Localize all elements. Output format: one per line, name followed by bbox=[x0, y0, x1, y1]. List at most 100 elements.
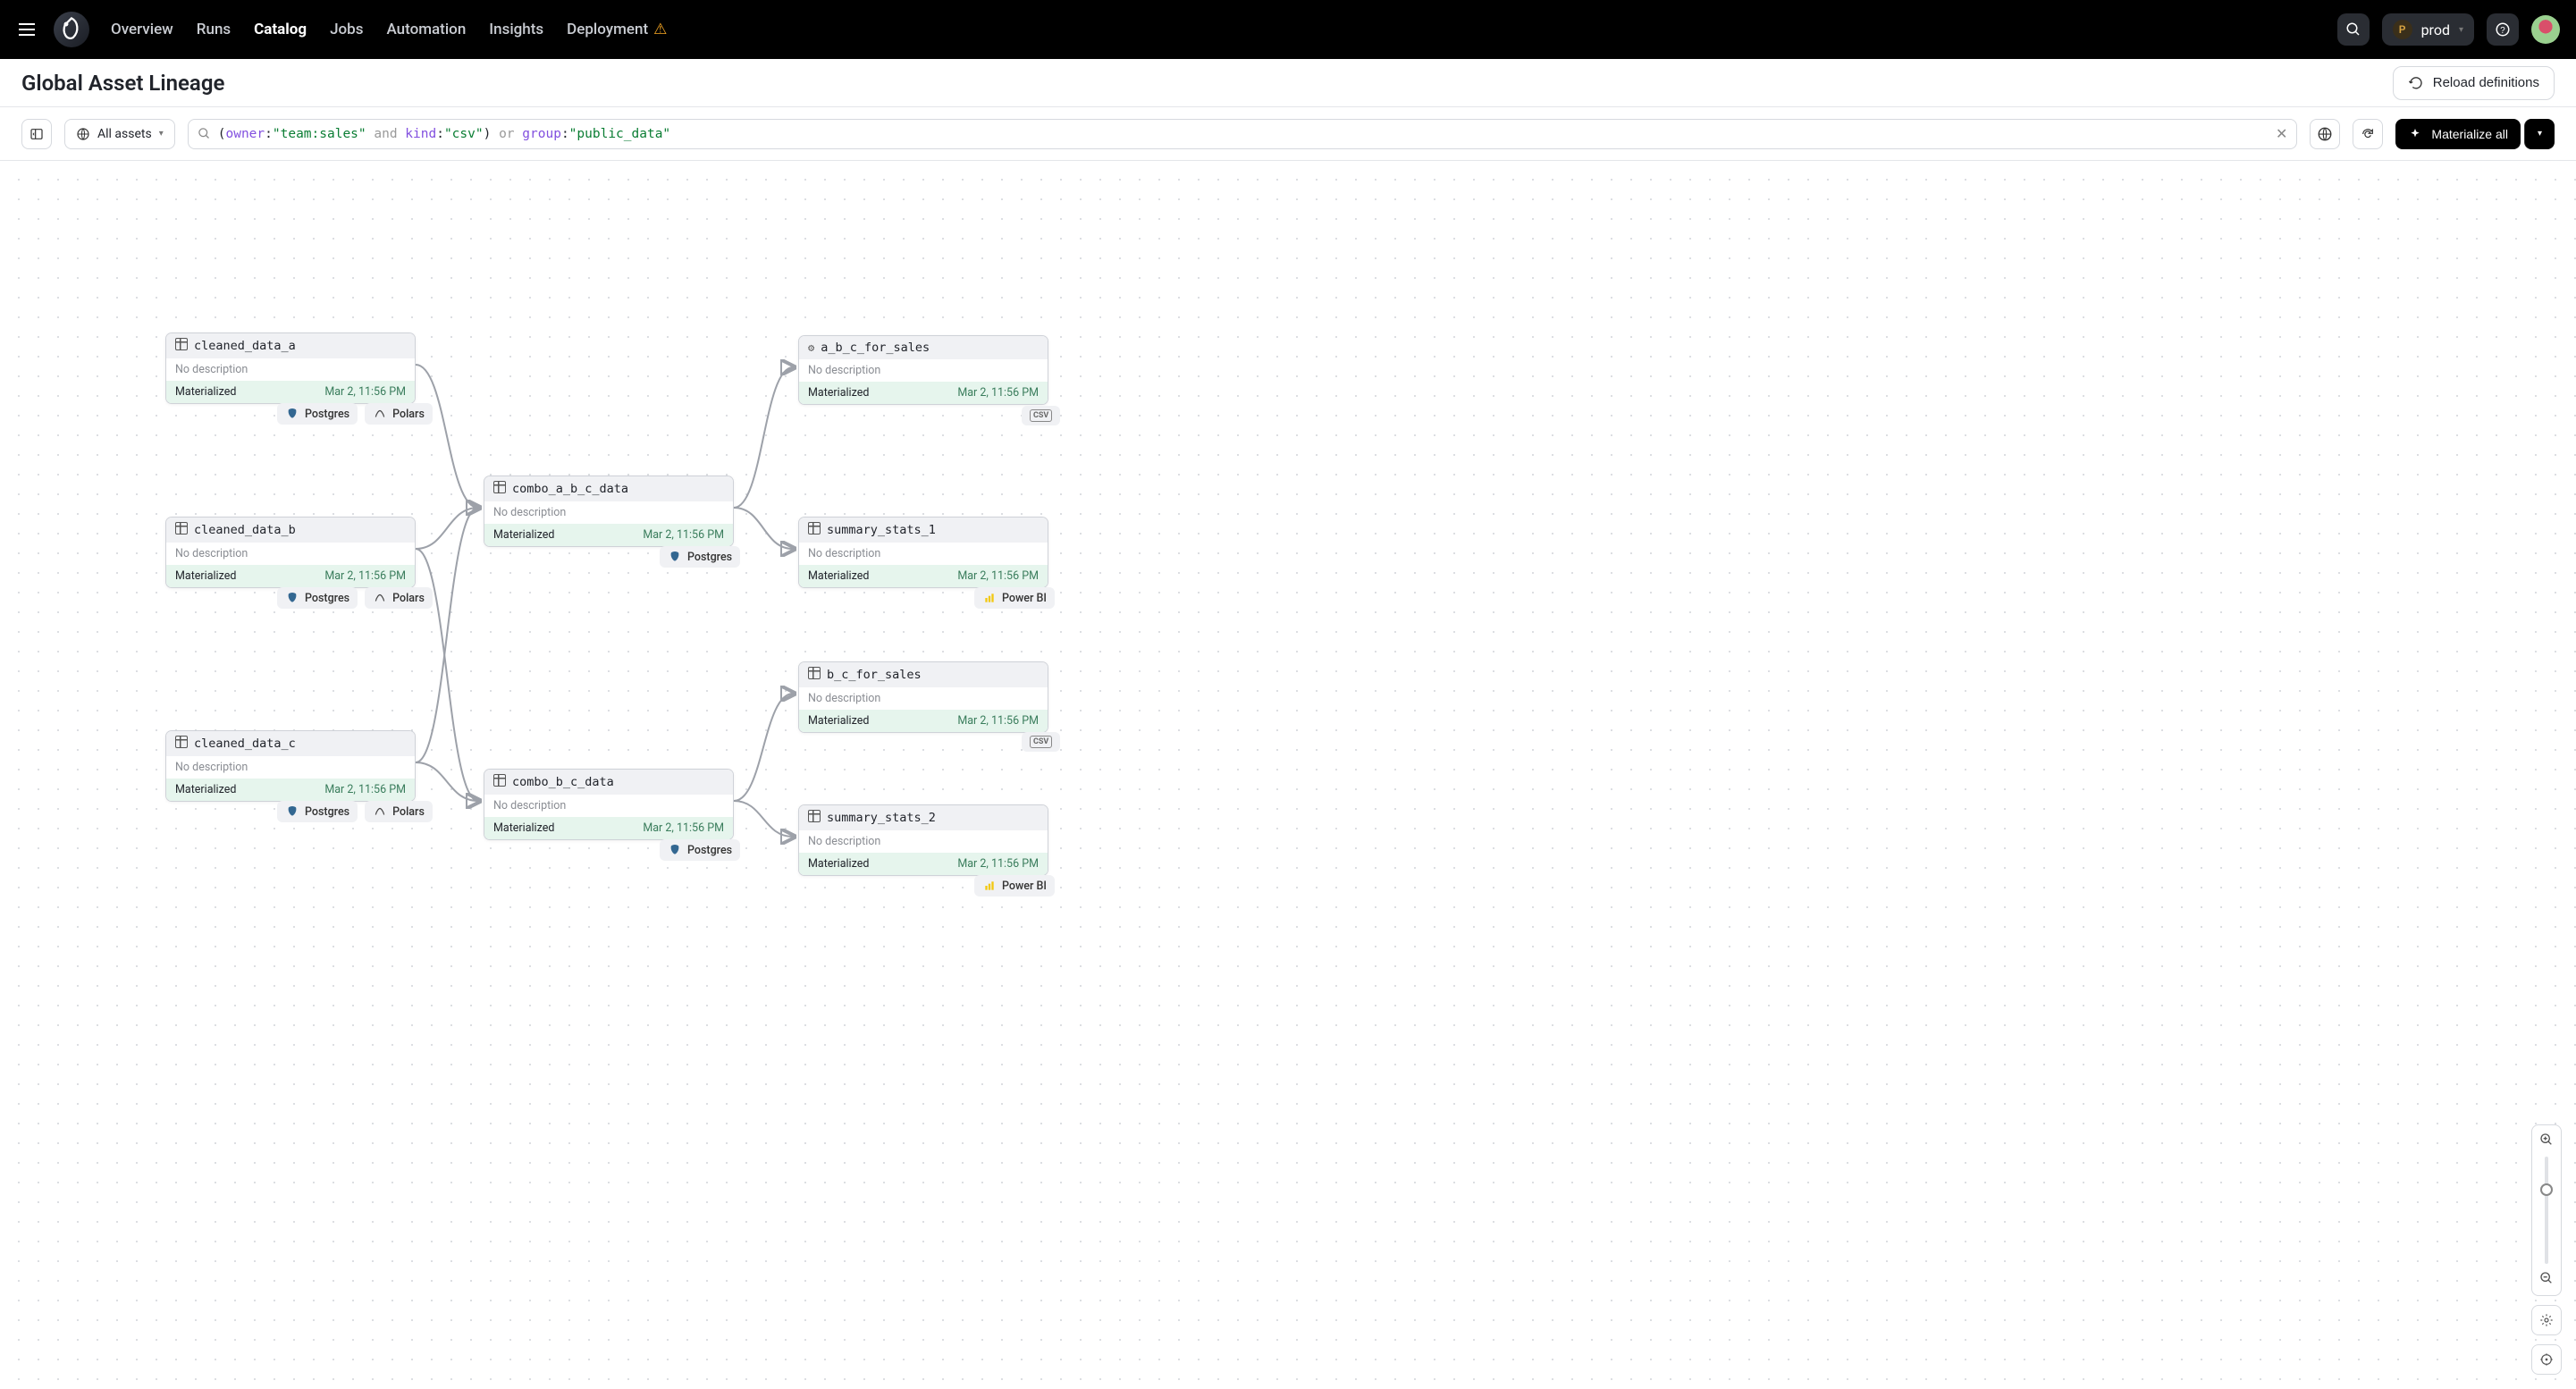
nav-link-jobs[interactable]: Jobs bbox=[330, 21, 363, 38]
help-button[interactable]: ? bbox=[2487, 13, 2519, 46]
tag-polars[interactable]: Polars bbox=[365, 587, 433, 609]
node-name: cleaned_data_a bbox=[194, 339, 296, 353]
materialize-dropdown-button[interactable]: ▾ bbox=[2524, 119, 2555, 149]
node-header: cleaned_data_c bbox=[166, 731, 415, 756]
help-icon: ? bbox=[2495, 21, 2511, 38]
status-label: Materialized bbox=[808, 714, 869, 728]
tag-postgres[interactable]: Postgres bbox=[277, 403, 358, 425]
tag-csv[interactable]: CSV bbox=[1022, 732, 1060, 752]
status-time: Mar 2, 11:56 PM bbox=[957, 714, 1039, 728]
refresh-button[interactable] bbox=[2353, 119, 2383, 149]
nav-links: Overview Runs Catalog Jobs Automation Insight… bbox=[111, 21, 667, 38]
menu-button[interactable] bbox=[16, 19, 38, 40]
node-description: No description bbox=[799, 543, 1048, 565]
status-time: Mar 2, 11:56 PM bbox=[957, 857, 1039, 871]
node-tags: Postgres bbox=[660, 839, 740, 861]
asset-filter-dropdown[interactable]: All assets ▾ bbox=[64, 119, 175, 149]
tag-label: Polars bbox=[392, 805, 425, 819]
settings-button[interactable] bbox=[2531, 1305, 2562, 1335]
zoom-thumb[interactable] bbox=[2540, 1183, 2553, 1196]
powerbi-icon bbox=[982, 591, 997, 605]
search-input[interactable]: (owner:"team:sales" and kind:"csv") or g… bbox=[188, 119, 2298, 149]
tag-postgres[interactable]: Postgres bbox=[660, 839, 740, 861]
gear-icon bbox=[2539, 1313, 2554, 1327]
asset-node-b_c_for_sales[interactable]: b_c_for_salesNo descriptionMaterializedM… bbox=[798, 661, 1048, 733]
status-label: Materialized bbox=[808, 857, 869, 871]
app-logo[interactable] bbox=[54, 12, 89, 47]
asset-node-cleaned_data_a[interactable]: cleaned_data_aNo descriptionMaterialized… bbox=[165, 333, 416, 404]
reload-definitions-button[interactable]: Reload definitions bbox=[2393, 66, 2555, 100]
zoom-track[interactable] bbox=[2545, 1157, 2548, 1264]
nav-link-deployment[interactable]: Deployment⚠ bbox=[567, 21, 667, 38]
panel-icon bbox=[29, 127, 44, 141]
table-icon bbox=[175, 338, 188, 354]
zoom-in-button[interactable] bbox=[2539, 1132, 2554, 1149]
tag-polars[interactable]: Polars bbox=[365, 403, 433, 425]
status-label: Materialized bbox=[493, 528, 554, 542]
clear-search-button[interactable]: ✕ bbox=[2276, 125, 2287, 143]
asset-node-combo_b_c_data[interactable]: combo_b_c_dataNo descriptionMaterialized… bbox=[484, 769, 734, 840]
tag-polars[interactable]: Polars bbox=[365, 801, 433, 822]
node-name: cleaned_data_b bbox=[194, 523, 296, 537]
status-time: Mar 2, 11:56 PM bbox=[324, 569, 406, 583]
postgres-icon bbox=[285, 407, 299, 421]
tag-label: Postgres bbox=[305, 408, 349, 421]
table-icon bbox=[808, 522, 821, 538]
node-status: MaterializedMar 2, 11:56 PM bbox=[484, 817, 733, 839]
workspace-switcher[interactable]: P prod ▾ bbox=[2382, 13, 2474, 46]
panel-toggle-button[interactable] bbox=[21, 119, 52, 149]
tag-postgres[interactable]: Postgres bbox=[277, 801, 358, 822]
csv-icon: CSV bbox=[1030, 409, 1052, 422]
node-header: a_b_c_for_sales bbox=[799, 336, 1048, 359]
node-header: summary_stats_1 bbox=[799, 518, 1048, 543]
tag-csv[interactable]: CSV bbox=[1022, 406, 1060, 425]
tag-postgres[interactable]: Postgres bbox=[660, 546, 740, 568]
toolbar: All assets ▾ (owner:"team:sales" and kin… bbox=[0, 107, 2576, 161]
node-header: cleaned_data_a bbox=[166, 333, 415, 358]
asset-node-cleaned_data_c[interactable]: cleaned_data_cNo descriptionMaterialized… bbox=[165, 730, 416, 802]
node-tags: Power BI bbox=[974, 875, 1055, 897]
tag-label: Polars bbox=[392, 408, 425, 421]
node-name: a_b_c_for_sales bbox=[821, 341, 930, 355]
nav-link-automation[interactable]: Automation bbox=[386, 21, 466, 38]
node-header: b_c_for_sales bbox=[799, 662, 1048, 687]
nav-link-catalog[interactable]: Catalog bbox=[254, 21, 307, 38]
table-icon bbox=[493, 481, 506, 497]
center-button[interactable] bbox=[2531, 1344, 2562, 1375]
asset-node-combo_a_b_c_data[interactable]: combo_a_b_c_dataNo descriptionMaterializ… bbox=[484, 476, 734, 547]
nav-link-insights[interactable]: Insights bbox=[489, 21, 543, 38]
tag-postgres[interactable]: Postgres bbox=[277, 587, 358, 609]
workspace-badge: P bbox=[2393, 20, 2412, 39]
tag-powerbi[interactable]: Power BI bbox=[974, 875, 1055, 897]
node-description: No description bbox=[166, 543, 415, 565]
node-description: No description bbox=[799, 359, 1048, 382]
asset-node-summary_stats_1[interactable]: summary_stats_1No descriptionMaterialize… bbox=[798, 517, 1048, 588]
asset-node-cleaned_data_b[interactable]: cleaned_data_b No description Materialized… bbox=[165, 517, 416, 588]
svg-text:?: ? bbox=[2500, 26, 2505, 36]
tag-powerbi[interactable]: Power BI bbox=[974, 587, 1055, 609]
postgres-icon bbox=[668, 843, 682, 857]
nav-link-runs[interactable]: Runs bbox=[197, 21, 231, 38]
user-avatar[interactable] bbox=[2531, 15, 2560, 44]
status-label: Materialized bbox=[808, 386, 869, 400]
globe-button[interactable] bbox=[2310, 119, 2340, 149]
postgres-icon bbox=[285, 591, 299, 605]
asset-node-summary_stats_2[interactable]: summary_stats_2No descriptionMaterialize… bbox=[798, 804, 1048, 876]
zoom-in-icon bbox=[2539, 1132, 2554, 1147]
tag-label: Postgres bbox=[305, 805, 349, 819]
search-button[interactable] bbox=[2337, 13, 2370, 46]
edge-cleaned_data_c-combo_a_b_c_data bbox=[416, 508, 478, 762]
nav-link-overview[interactable]: Overview bbox=[111, 21, 173, 38]
gear-icon bbox=[808, 341, 814, 355]
workspace-name: prod bbox=[2421, 21, 2450, 38]
materialize-all-button[interactable]: Materialize all bbox=[2395, 119, 2521, 149]
table-icon bbox=[808, 810, 821, 826]
lineage-canvas[interactable]: cleaned_data_a No description Materialized… bbox=[0, 161, 2576, 1389]
polars-icon bbox=[373, 407, 387, 421]
status-label: Materialized bbox=[175, 569, 236, 583]
asset-node-a_b_c_for_sales[interactable]: a_b_c_for_sales No description Materialize… bbox=[798, 335, 1048, 405]
chevron-down-icon: ▾ bbox=[159, 129, 164, 139]
node-tags: Power BI bbox=[974, 587, 1055, 609]
edge-combo_a_b_c_data-a_b_c_for_sales bbox=[734, 367, 793, 508]
zoom-out-button[interactable] bbox=[2539, 1271, 2554, 1288]
